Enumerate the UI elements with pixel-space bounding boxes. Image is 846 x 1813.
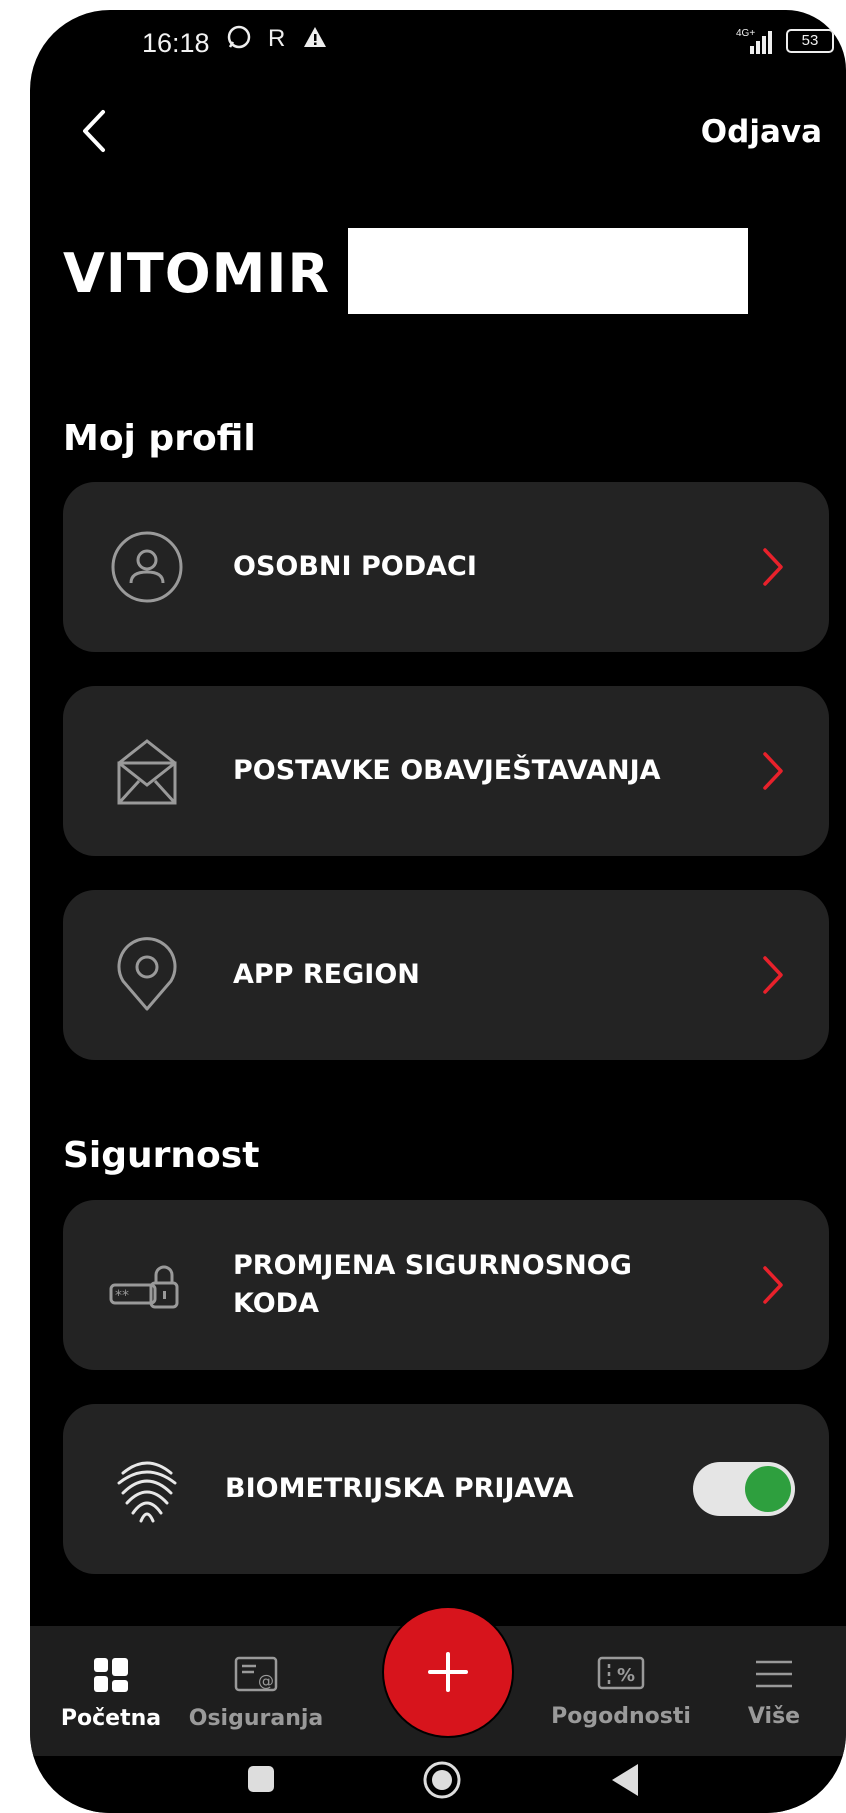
home-grid-icon: [94, 1658, 128, 1692]
status-notification-icons: R: [226, 24, 328, 50]
nav-item-more[interactable]: Više: [734, 1656, 814, 1729]
lock-code-icon: **: [109, 1247, 185, 1323]
whatsapp-icon: [227, 25, 251, 49]
insurance-doc-icon: @: [234, 1656, 278, 1692]
menu-item-label: APP REGION: [233, 959, 420, 990]
location-pin-icon: [109, 937, 185, 1013]
menu-item-notification-settings[interactable]: POSTAVKE OBAVJEŠTAVANJA: [63, 686, 829, 856]
nav-label: Početna: [60, 1706, 162, 1731]
back-button[interactable]: [75, 106, 115, 156]
back-triangle-icon[interactable]: [608, 1762, 642, 1798]
svg-text:R: R: [268, 25, 285, 50]
user-name: VITOMIR: [63, 242, 331, 305]
fingerprint-icon: [109, 1451, 185, 1527]
menu-item-label: BIOMETRIJSKA PRIJAVA: [225, 1473, 574, 1504]
nav-item-home[interactable]: Početna: [61, 1656, 161, 1731]
nav-item-benefits[interactable]: % Pogodnosti: [546, 1656, 696, 1729]
menu-item-change-security-code[interactable]: ** PROMJENA SIGURNOSNOG KODA: [63, 1200, 829, 1370]
menu-item-biometric-login: BIOMETRIJSKA PRIJAVA: [63, 1404, 829, 1574]
battery-indicator: 53: [786, 29, 834, 53]
menu-item-label: PROMJENA SIGURNOSNOG KODA: [233, 1250, 632, 1319]
roaming-r-icon: R: [268, 25, 285, 50]
chevron-right-icon: [763, 548, 783, 586]
svg-text:**: **: [115, 1288, 129, 1304]
menu-icon: [756, 1660, 792, 1688]
plus-icon: [428, 1652, 468, 1692]
nav-label: Osiguranja: [188, 1706, 324, 1731]
menu-item-personal-data[interactable]: OSOBNI PODACI: [63, 482, 829, 652]
svg-text:@: @: [258, 1671, 274, 1690]
chevron-left-icon: [83, 110, 105, 152]
toggle-knob: [745, 1466, 791, 1512]
svg-text:%: %: [617, 1665, 635, 1686]
menu-item-label: POSTAVKE OBAVJEŠTAVANJA: [233, 755, 661, 786]
section-title-profile: Moj profil: [63, 418, 256, 459]
warning-icon: [304, 27, 326, 47]
user-icon: [109, 529, 185, 605]
svg-text:4G+: 4G+: [736, 28, 755, 39]
signal-icon: 4G+: [736, 28, 772, 54]
chevron-right-icon: [763, 752, 783, 790]
nav-label: Pogodnosti: [551, 1704, 691, 1729]
biometric-toggle[interactable]: [693, 1462, 795, 1516]
chevron-right-icon: [763, 1266, 783, 1304]
nav-item-insurance[interactable]: @ Osiguranja: [186, 1656, 326, 1731]
discount-ticket-icon: %: [597, 1656, 645, 1690]
system-navigation-bar: [30, 1756, 846, 1813]
menu-item-label: OSOBNI PODACI: [233, 551, 477, 582]
mail-notification-icon: [109, 733, 185, 809]
section-title-security: Sigurnost: [63, 1135, 260, 1176]
recent-apps-icon[interactable]: [246, 1764, 276, 1794]
status-time: 16:18: [142, 28, 210, 58]
logout-button[interactable]: Odjava: [701, 114, 822, 150]
chevron-right-icon: [763, 956, 783, 994]
app-screen: 16:18 R 4G+ 53 Odjava VITOMIR Moj profil…: [30, 10, 846, 1813]
redaction-mask: [348, 228, 748, 314]
status-right-icons: 4G+ 53: [736, 26, 834, 56]
add-button[interactable]: [384, 1608, 512, 1736]
home-circle-icon[interactable]: [422, 1760, 462, 1800]
nav-label: Više: [747, 1704, 801, 1729]
menu-item-app-region[interactable]: APP REGION: [63, 890, 829, 1060]
